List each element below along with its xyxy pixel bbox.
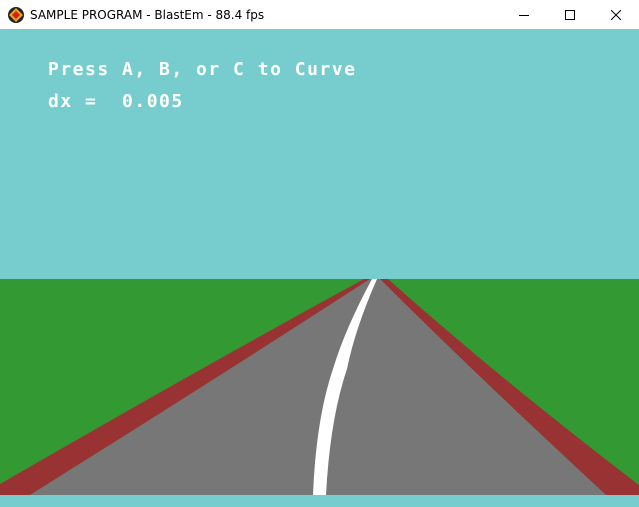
minimize-button[interactable]	[501, 0, 547, 29]
bottom-border	[0, 495, 639, 507]
window-controls	[501, 0, 639, 29]
window-title: SAMPLE PROGRAM - BlastEm - 88.4 fps	[30, 7, 265, 22]
title-bar[interactable]: SAMPLE PROGRAM - BlastEm - 88.4 fps	[0, 0, 639, 29]
hud-dx-readout: dx = 0.005	[48, 91, 184, 112]
close-button[interactable]	[593, 0, 639, 29]
maximize-button[interactable]	[547, 0, 593, 29]
emulator-window: SAMPLE PROGRAM - BlastEm - 88.4 fps Pres…	[0, 0, 639, 507]
game-screen[interactable]: Press A, B, or C to Curve dx = 0.005	[0, 29, 639, 507]
minimize-icon	[519, 14, 529, 16]
blastem-app-icon	[8, 6, 24, 23]
close-icon	[611, 9, 621, 20]
maximize-icon	[565, 9, 575, 20]
hud-instruction: Press A, B, or C to Curve	[48, 59, 357, 80]
